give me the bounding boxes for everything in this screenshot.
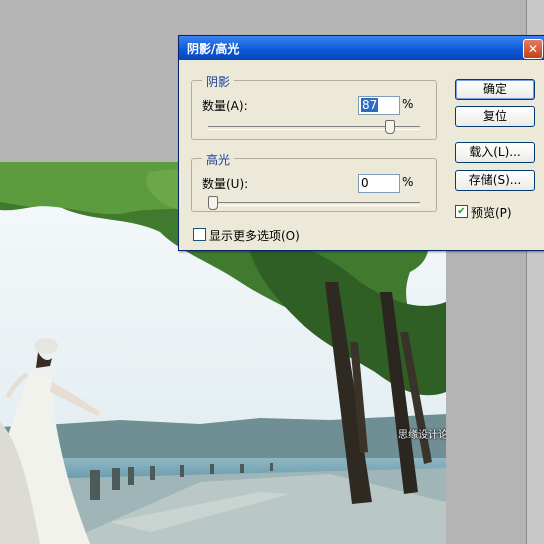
shadows-amount-value: 87 <box>361 98 379 112</box>
more-options-checkbox[interactable] <box>193 228 206 241</box>
highlights-slider-track[interactable] <box>208 202 420 206</box>
highlights-amount-value: 0 <box>361 176 369 190</box>
checkmark-icon: ✔ <box>457 206 466 217</box>
preview-label[interactable]: 预览(P) <box>471 204 512 221</box>
dialog-title: 阴影/高光 <box>187 42 240 56</box>
highlights-amount-unit: % <box>402 175 414 189</box>
shadows-slider-thumb[interactable] <box>385 120 396 134</box>
shadows-group-label: 阴影 <box>202 73 235 90</box>
watermark-text: 思缘设计论坛 WWW.MISSYUAN.COM <box>398 430 446 441</box>
shadows-highlights-dialog: 阴影/高光 ✕ 阴影 数量(A): 87 % 高光 数量(U): 0 % 显示更… <box>178 35 544 251</box>
highlights-amount-label: 数量(U): <box>202 177 249 191</box>
shadows-group: 阴影 数量(A): 87 % <box>191 73 437 140</box>
dialog-titlebar[interactable]: 阴影/高光 ✕ <box>179 36 544 60</box>
shadows-amount-label: 数量(A): <box>202 99 248 113</box>
highlights-group: 高光 数量(U): 0 % <box>191 151 437 212</box>
preview-checkbox[interactable]: ✔ <box>455 205 468 218</box>
close-icon: ✕ <box>527 42 539 56</box>
shadows-amount-input[interactable]: 87 <box>358 96 400 115</box>
shadows-amount-unit: % <box>402 97 414 111</box>
highlights-slider-thumb[interactable] <box>208 196 218 210</box>
ok-button[interactable]: 确定 <box>455 79 535 100</box>
load-button[interactable]: 载入(L)... <box>455 142 535 163</box>
save-button[interactable]: 存储(S)... <box>455 170 535 191</box>
highlights-group-label: 高光 <box>202 151 235 168</box>
more-options-label[interactable]: 显示更多选项(O) <box>209 227 300 244</box>
highlights-amount-input[interactable]: 0 <box>358 174 400 193</box>
reset-button[interactable]: 复位 <box>455 106 535 127</box>
close-button[interactable]: ✕ <box>523 39 543 59</box>
